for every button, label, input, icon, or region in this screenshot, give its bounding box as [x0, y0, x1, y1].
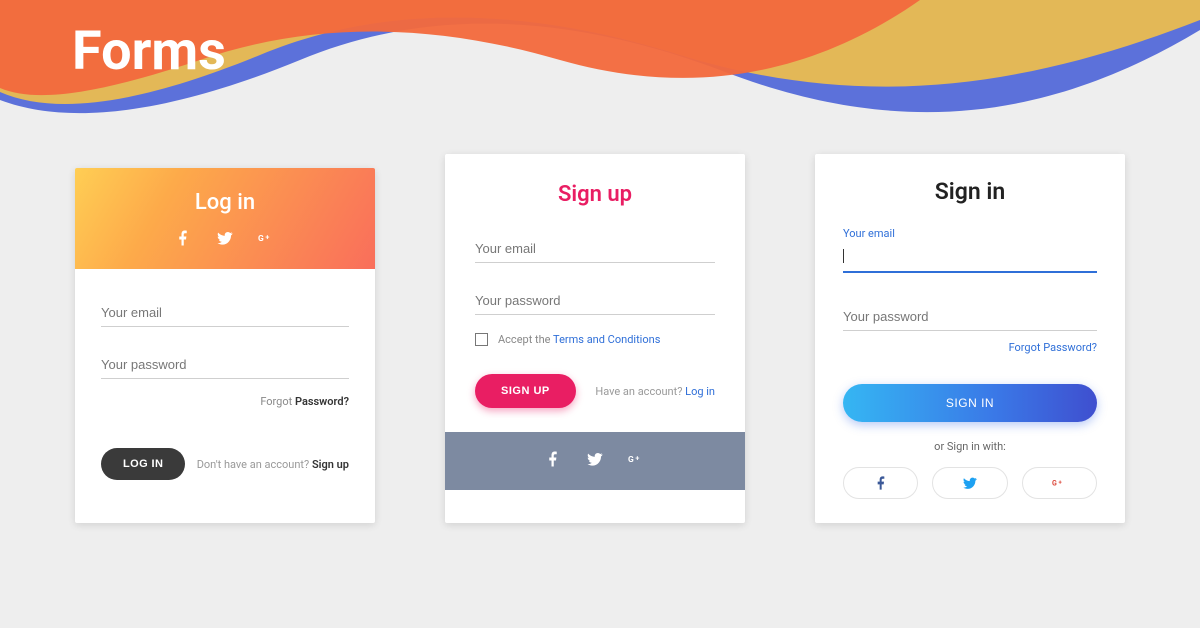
- signin-email-input[interactable]: [843, 242, 1097, 273]
- signin-forgot-link[interactable]: Forgot Password?: [843, 341, 1097, 354]
- text-cursor-icon: [843, 249, 844, 263]
- signin-title: Sign in: [843, 178, 1097, 205]
- svg-text:G: G: [628, 455, 634, 465]
- terms-checkbox[interactable]: [475, 333, 488, 346]
- signin-password-input[interactable]: [843, 303, 1097, 331]
- signup-password-input[interactable]: [475, 287, 715, 315]
- login-card: Log in G+ Forgot Password?: [75, 168, 375, 523]
- signup-button[interactable]: SIGN UP: [475, 374, 576, 408]
- signup-card: Sign up Accept the Terms and Conditions …: [445, 154, 745, 523]
- forgot-strong: Password?: [295, 395, 349, 408]
- svg-text:G: G: [258, 234, 264, 244]
- facebook-icon[interactable]: [544, 450, 562, 472]
- svg-text:+: +: [635, 454, 639, 463]
- signup-hint-strong: Sign up: [312, 458, 349, 471]
- svg-text:+: +: [265, 233, 269, 242]
- signin-card: Sign in Your email Forgot Password? SIGN…: [815, 154, 1125, 523]
- signup-hint-prefix: Don't have an account?: [197, 458, 312, 471]
- login-card-header: Log in G+: [75, 168, 375, 269]
- login-password-input[interactable]: [101, 351, 349, 379]
- signup-email-input[interactable]: [475, 235, 715, 263]
- signup-hint[interactable]: Don't have an account? Sign up: [197, 458, 349, 471]
- twitter-button[interactable]: [932, 467, 1007, 499]
- twitter-icon[interactable]: [586, 450, 604, 472]
- signup-title: Sign up: [475, 182, 715, 207]
- login-button[interactable]: LOG IN: [101, 448, 185, 480]
- google-plus-button[interactable]: G+: [1022, 467, 1097, 499]
- terms-link[interactable]: Terms and Conditions: [553, 333, 660, 346]
- signin-email-label: Your email: [843, 227, 1097, 240]
- forgot-password-link[interactable]: Forgot Password?: [101, 395, 349, 408]
- svg-text:G: G: [1052, 480, 1057, 488]
- page-title: Forms: [72, 20, 226, 83]
- login-hint-link[interactable]: Log in: [685, 385, 715, 398]
- twitter-icon[interactable]: [216, 229, 234, 251]
- signin-button[interactable]: SIGN IN: [843, 384, 1097, 422]
- login-hint-prefix: Have an account?: [595, 385, 685, 398]
- google-plus-icon[interactable]: G+: [258, 229, 276, 251]
- facebook-icon[interactable]: [174, 229, 192, 251]
- or-signin-with: or Sign in with:: [843, 440, 1097, 453]
- facebook-button[interactable]: [843, 467, 918, 499]
- svg-text:+: +: [1059, 480, 1063, 487]
- login-email-input[interactable]: [101, 299, 349, 327]
- google-plus-icon[interactable]: G+: [628, 450, 646, 472]
- login-title: Log in: [85, 190, 365, 215]
- forgot-prefix: Forgot: [260, 395, 295, 408]
- accept-prefix: Accept the: [498, 333, 553, 346]
